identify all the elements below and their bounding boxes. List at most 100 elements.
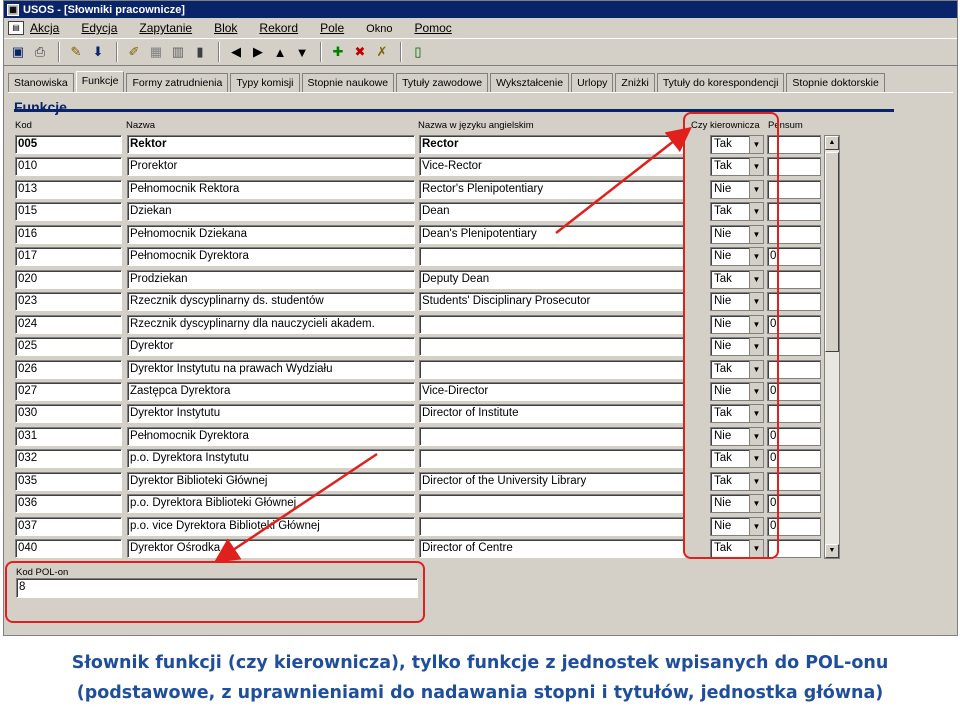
row-kod-field[interactable]: 020 xyxy=(15,270,122,289)
menu-blok[interactable]: Blok xyxy=(214,21,237,35)
row-nazwa-field[interactable]: Rektor xyxy=(127,135,415,154)
menu-zapytanie[interactable]: Zapytanie xyxy=(139,21,192,35)
row-nazwa-field[interactable]: Zastępca Dyrektora xyxy=(127,382,415,401)
row-nazwa-field[interactable]: Rzecznik dyscyplinarny ds. studentów xyxy=(127,292,415,311)
row-kod-field[interactable]: 013 xyxy=(15,180,122,199)
row-nazwa-field[interactable]: Dyrektor Biblioteki Głównej xyxy=(127,472,415,491)
row-nazwa-field[interactable]: Dyrektor Instytutu xyxy=(127,404,415,423)
row-nazwa-en-field[interactable]: Rector's Plenipotentiary xyxy=(419,180,685,199)
row-nazwa-en-field[interactable]: Vice-Rector xyxy=(419,157,685,176)
row-nazwa-field[interactable]: p.o. Dyrektora Instytutu xyxy=(127,449,415,468)
row-kod-field[interactable]: 010 xyxy=(15,157,122,176)
tab-funkcje[interactable]: Funkcje xyxy=(75,71,125,93)
row-nazwa-field[interactable]: Dyrektor xyxy=(127,337,415,356)
tab-typy-komisji[interactable]: Typy komisji xyxy=(230,73,300,93)
row-nazwa-en-field[interactable]: Director of the University Library xyxy=(419,472,685,491)
chart-icon[interactable]: ▮ xyxy=(190,42,210,62)
row-kod-field[interactable]: 016 xyxy=(15,225,122,244)
next-block-icon[interactable]: ▼ xyxy=(292,42,312,62)
row-nazwa-en-field[interactable]: Vice-Director xyxy=(419,382,685,401)
toolbar-separator xyxy=(218,42,220,62)
row-nazwa-en-field[interactable]: Dean xyxy=(419,202,685,221)
tab-zniżki[interactable]: Zniżki xyxy=(615,73,655,93)
row-kod-field[interactable]: 037 xyxy=(15,517,122,536)
row-nazwa-field[interactable]: p.o. Dyrektora Biblioteki Głównej xyxy=(127,494,415,513)
query-enter-icon[interactable]: ✐ xyxy=(124,42,144,62)
row-kod-field[interactable]: 036 xyxy=(15,494,122,513)
scroll-thumb[interactable] xyxy=(825,152,839,352)
tab-tytuły-zawodowe[interactable]: Tytuły zawodowe xyxy=(396,73,489,93)
row-nazwa-en-field[interactable] xyxy=(419,494,685,513)
document-icon[interactable]: ▤ xyxy=(8,21,24,35)
insert-record-icon[interactable]: ✚ xyxy=(328,42,348,62)
print-icon[interactable]: ⎙ xyxy=(30,42,50,62)
row-nazwa-field[interactable]: Pełnomocnik Dyrektora xyxy=(127,247,415,266)
save-icon[interactable]: ▣ xyxy=(8,42,28,62)
row-nazwa-en-field[interactable] xyxy=(419,247,685,266)
row-nazwa-en-field[interactable] xyxy=(419,427,685,446)
tab-tytuły-do-korespondencji[interactable]: Tytuły do korespondencji xyxy=(656,73,785,93)
exit-icon[interactable]: ▯ xyxy=(408,42,428,62)
edit-icon[interactable]: ✎ xyxy=(66,42,86,62)
scroll-up-icon[interactable]: ▲ xyxy=(825,136,839,150)
scroll-down-icon[interactable]: ▼ xyxy=(825,544,839,558)
row-kod-field[interactable]: 026 xyxy=(15,360,122,379)
menu-akcja[interactable]: Akcja xyxy=(30,21,59,35)
row-kod-field[interactable]: 005 xyxy=(15,135,122,154)
row-nazwa-field[interactable]: p.o. vice Dyrektora Biblioteki Głównej xyxy=(127,517,415,536)
row-kod-field[interactable]: 025 xyxy=(15,337,122,356)
row-nazwa-field[interactable]: Rzecznik dyscyplinarny dla nauczycieli a… xyxy=(127,315,415,334)
menu-pomoc[interactable]: Pomoc xyxy=(414,21,451,35)
row-kod-field[interactable]: 027 xyxy=(15,382,122,401)
row-nazwa-en-field[interactable]: Director of Institute xyxy=(419,404,685,423)
row-nazwa-field[interactable]: Pełnomocnik Dziekana xyxy=(127,225,415,244)
row-kod-field[interactable]: 030 xyxy=(15,404,122,423)
clear-icon[interactable]: ✗ xyxy=(372,42,392,62)
row-kod-field[interactable]: 031 xyxy=(15,427,122,446)
row-nazwa-en-field[interactable] xyxy=(419,449,685,468)
row-nazwa-field[interactable]: Prodziekan xyxy=(127,270,415,289)
row-nazwa-field[interactable]: Prorektor xyxy=(127,157,415,176)
row-kod-field[interactable]: 040 xyxy=(15,539,122,558)
menu-edycja[interactable]: Edycja xyxy=(81,21,117,35)
row-nazwa-field[interactable]: Pełnomocnik Dyrektora xyxy=(127,427,415,446)
delete-record-icon[interactable]: ✖ xyxy=(350,42,370,62)
row-kod-field[interactable]: 032 xyxy=(15,449,122,468)
row-nazwa-en-field[interactable]: Director of Centre xyxy=(419,539,685,558)
menu-rekord[interactable]: Rekord xyxy=(259,21,298,35)
tab-wykształcenie[interactable]: Wykształcenie xyxy=(490,73,570,93)
tab-stopnie-naukowe[interactable]: Stopnie naukowe xyxy=(301,73,395,93)
next-record-icon[interactable]: ▲ xyxy=(270,42,290,62)
row-kod-field[interactable]: 017 xyxy=(15,247,122,266)
query-execute-icon[interactable]: ▦ xyxy=(146,42,166,62)
tab-stanowiska[interactable]: Stanowiska xyxy=(8,73,74,93)
tab-urlopy[interactable]: Urlopy xyxy=(571,73,614,93)
row-nazwa-en-field[interactable] xyxy=(419,315,685,334)
row-nazwa-en-field[interactable] xyxy=(419,517,685,536)
vertical-scrollbar[interactable]: ▲ ▼ xyxy=(824,135,840,559)
tab-stopnie-doktorskie[interactable]: Stopnie doktorskie xyxy=(786,73,885,93)
row-nazwa-field[interactable]: Dyrektor Instytutu na prawach Wydziału xyxy=(127,360,415,379)
menu-bar: ▤ Akcja Edycja Zapytanie Blok Rekord Pol… xyxy=(4,18,957,38)
row-nazwa-field[interactable]: Pełnomocnik Rektora xyxy=(127,180,415,199)
annotation-box-pol xyxy=(5,561,425,623)
row-nazwa-en-field[interactable]: Dean's Plenipotentiary xyxy=(419,225,685,244)
prev-block-icon[interactable]: ◀ xyxy=(226,42,246,62)
prev-record-icon[interactable]: ▶ xyxy=(248,42,268,62)
row-nazwa-field[interactable]: Dziekan xyxy=(127,202,415,221)
row-kod-field[interactable]: 023 xyxy=(15,292,122,311)
row-nazwa-en-field[interactable] xyxy=(419,360,685,379)
row-nazwa-en-field[interactable]: Rector xyxy=(419,135,685,154)
row-kod-field[interactable]: 035 xyxy=(15,472,122,491)
row-kod-field[interactable]: 024 xyxy=(15,315,122,334)
tab-formy-zatrudnienia[interactable]: Formy zatrudnienia xyxy=(126,73,229,93)
menu-okno[interactable]: Okno xyxy=(366,23,392,35)
row-nazwa-field[interactable]: Dyrektor Ośrodka xyxy=(127,539,415,558)
download-icon[interactable]: ⬇ xyxy=(88,42,108,62)
menu-pole[interactable]: Pole xyxy=(320,21,344,35)
row-nazwa-en-field[interactable]: Students' Disciplinary Prosecutor xyxy=(419,292,685,311)
row-kod-field[interactable]: 015 xyxy=(15,202,122,221)
row-nazwa-en-field[interactable]: Deputy Dean xyxy=(419,270,685,289)
count-icon[interactable]: ▥ xyxy=(168,42,188,62)
row-nazwa-en-field[interactable] xyxy=(419,337,685,356)
